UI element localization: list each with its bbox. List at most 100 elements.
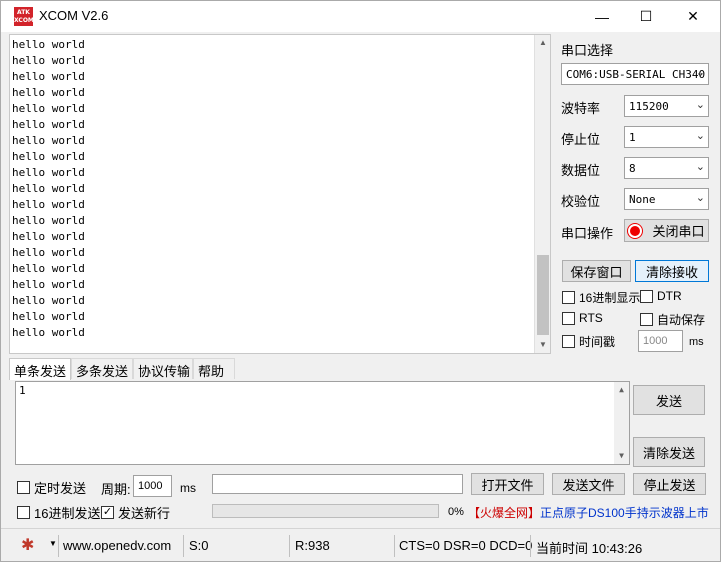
receive-lines: hello world hello world hello world hello w… [12, 37, 85, 341]
parity-value: None [629, 193, 656, 206]
timestamp-ms-unit: ms [689, 336, 704, 348]
receive-scrollbar[interactable]: ▲ ▼ [534, 35, 550, 353]
ad-link[interactable]: 【火爆全网】正点原子DS100手持示波器上市 [468, 504, 709, 524]
timestamp-checkbox[interactable]: 时间戳 [562, 333, 615, 350]
status-separator [58, 535, 59, 557]
hex-display-label: 16进制显示 [579, 291, 641, 305]
status-separator [183, 535, 184, 557]
close-port-button[interactable]: 关闭串口 [624, 219, 709, 242]
receive-line: hello world [12, 102, 85, 115]
checkbox-box [640, 313, 653, 326]
scroll-thumb[interactable] [537, 255, 549, 335]
receive-line: hello world [12, 118, 85, 131]
receive-line: hello world [12, 198, 85, 211]
stop-send-button[interactable]: 停止发送 [633, 473, 706, 495]
sent-count: S:0 [189, 538, 209, 553]
receive-line: hello world [12, 310, 85, 323]
tab-single-send[interactable]: 单条发送 [9, 358, 71, 380]
current-time: 当前时间 10:43:26 [536, 541, 643, 556]
data-bits-select[interactable]: 8 ⌄ [624, 157, 709, 179]
receive-textarea[interactable]: hello world hello world hello world hello w… [9, 34, 551, 354]
clear-receive-button[interactable]: 清除接收 [635, 260, 709, 282]
parity-select[interactable]: None ⌄ [624, 188, 709, 210]
send-newline-checkbox[interactable]: ✓ 发送新行 [101, 503, 170, 522]
parity-label: 校验位 [561, 194, 601, 209]
receive-line: hello world [12, 278, 85, 291]
scroll-up-icon[interactable]: ▲ [614, 382, 629, 398]
chevron-down-icon: ⌄ [695, 129, 705, 142]
receive-line: hello world [12, 294, 85, 307]
receive-line: hello world [12, 54, 85, 67]
hex-send-checkbox[interactable]: 16进制发送 [17, 503, 100, 522]
scroll-up-icon[interactable]: ▲ [535, 35, 550, 51]
period-label: 周期: [101, 482, 131, 497]
xcom-window: ATK XCOM XCOM V2.6 — ☐ ✕ hello world hello… [0, 0, 721, 562]
stop-bits-select[interactable]: 1 ⌄ [624, 126, 709, 148]
tab-protocol[interactable]: 协议传输 [133, 358, 193, 379]
hex-send-label: 16进制发送 [34, 506, 101, 521]
scroll-down-icon[interactable]: ▼ [614, 448, 629, 464]
tab-help[interactable]: 帮助 [193, 358, 235, 379]
period-unit: ms [180, 481, 196, 495]
title-bar: ATK XCOM XCOM V2.6 — ☐ ✕ [1, 1, 720, 32]
auto-save-checkbox[interactable]: 自动保存 [640, 311, 705, 328]
rts-checkbox[interactable]: RTS [562, 311, 603, 325]
timestamp-ms-input[interactable]: 1000 [638, 330, 683, 352]
send-file-button[interactable]: 发送文件 [552, 473, 625, 495]
close-port-label: 关闭串口 [652, 224, 705, 239]
minimize-button[interactable]: — [579, 1, 625, 32]
receive-line: hello world [12, 246, 85, 259]
send-newline-label: 发送新行 [118, 506, 171, 521]
status-bar: ✱ ▼ www.openedv.com S:0 R:938 CTS=0 DSR=… [1, 528, 720, 561]
chevron-down-icon[interactable]: ▼ [49, 539, 57, 548]
receive-line: hello world [12, 150, 85, 163]
maximize-button[interactable]: ☐ [623, 1, 669, 32]
receive-line: hello world [12, 214, 85, 227]
save-window-button[interactable]: 保存窗口 [562, 260, 631, 282]
stop-bits-value: 1 [629, 131, 636, 144]
gear-icon[interactable]: ✱ [21, 535, 34, 555]
scroll-down-icon[interactable]: ▼ [535, 337, 550, 353]
receive-line: hello world [12, 134, 85, 147]
chevron-down-icon: ⌄ [695, 98, 705, 111]
ad-prefix: 【火爆全网】 [468, 506, 541, 520]
file-path-input[interactable] [212, 474, 463, 494]
send-progress-bar [212, 504, 439, 518]
auto-save-label: 自动保存 [657, 313, 706, 327]
checkbox-box [562, 335, 575, 348]
receive-line: hello world [12, 182, 85, 195]
status-separator [530, 535, 531, 557]
receive-line: hello world [12, 38, 85, 51]
progress-percent: 0% [448, 506, 464, 518]
port-select[interactable]: COM6:USB-SERIAL CH340 ⌄ [561, 63, 709, 85]
checkbox-box [562, 291, 575, 304]
port-select-value: COM6:USB-SERIAL CH340 [566, 68, 706, 81]
hex-display-checkbox[interactable]: 16进制显示 [562, 289, 640, 306]
checkbox-box [17, 481, 30, 494]
receive-line: hello world [12, 86, 85, 99]
checkbox-box [640, 289, 653, 303]
send-button[interactable]: 发送 [633, 385, 705, 415]
close-button[interactable]: ✕ [670, 1, 716, 32]
tab-multi-send[interactable]: 多条发送 [71, 358, 133, 379]
send-textarea[interactable]: 1 ▲ ▼ [15, 381, 630, 465]
baud-select[interactable]: 115200 ⌄ [624, 95, 709, 117]
clear-send-button[interactable]: 清除发送 [633, 437, 705, 467]
baud-select-value: 115200 [629, 100, 669, 113]
dtr-checkbox[interactable]: DTR [640, 289, 682, 303]
port-op-label: 串口操作 [561, 226, 614, 241]
app-title: XCOM V2.6 [39, 8, 109, 23]
signal-status: CTS=0 DSR=0 DCD=0 [399, 538, 533, 553]
dtr-label: DTR [657, 289, 682, 303]
open-file-button[interactable]: 打开文件 [471, 473, 544, 495]
rts-label: RTS [579, 311, 603, 325]
chevron-down-icon: ⌄ [695, 191, 705, 204]
status-separator [289, 535, 290, 557]
checkbox-box [17, 506, 30, 519]
send-scrollbar[interactable]: ▲ ▼ [614, 382, 629, 464]
period-input[interactable]: 1000 [133, 475, 172, 497]
timed-send-checkbox[interactable]: 定时发送 [17, 478, 86, 497]
website-link[interactable]: www.openedv.com [63, 538, 171, 553]
checkmark-icon: ✓ [101, 506, 114, 519]
port-status-led-icon [628, 223, 643, 238]
